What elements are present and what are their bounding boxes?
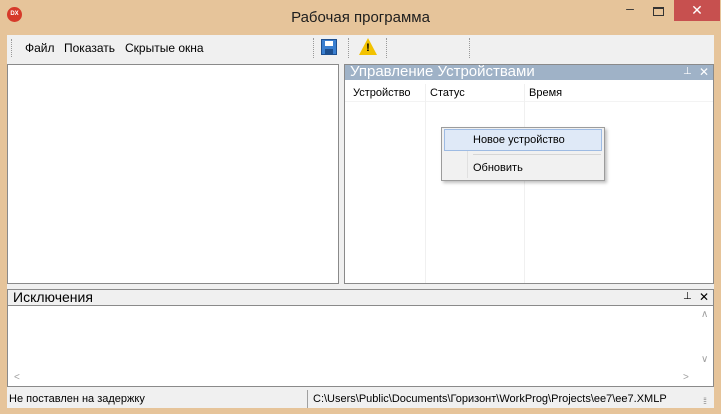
pin-icon[interactable]: ⊥ — [683, 66, 692, 77]
exceptions-title: Исключения — [13, 289, 93, 305]
toolbar-separator — [386, 38, 387, 58]
resize-grip-icon[interactable]: ⁞⁞ — [703, 396, 707, 406]
context-menu-refresh[interactable]: Обновить — [444, 157, 602, 179]
menu-hidden-windows[interactable]: Скрытые окна — [125, 40, 204, 56]
context-menu-new-device[interactable]: Новое устройство — [444, 129, 602, 151]
minimize-button[interactable]: ‒ — [616, 0, 644, 21]
save-icon[interactable] — [321, 39, 337, 55]
scroll-left-icon[interactable]: < — [14, 372, 20, 383]
maximize-icon — [653, 7, 664, 16]
left-panel[interactable] — [7, 64, 339, 284]
device-panel-title: Управление Устройствами — [350, 63, 535, 80]
toolbar-grip-2[interactable] — [348, 38, 349, 58]
column-header-time[interactable]: Время — [529, 86, 562, 100]
context-menu-separator — [473, 154, 601, 155]
column-header-rule — [345, 101, 713, 102]
menu-file[interactable]: Файл — [25, 40, 55, 56]
horizontal-scrollbar[interactable] — [8, 370, 713, 386]
maximize-button[interactable] — [646, 0, 672, 21]
status-path: C:\Users\Public\Documents\Горизонт\WorkP… — [313, 393, 667, 405]
column-header-device[interactable]: Устройство — [353, 86, 411, 100]
scroll-up-icon[interactable]: ∧ — [701, 309, 708, 320]
toolbar-grip-3[interactable] — [469, 38, 470, 58]
column-header-status[interactable]: Статус — [430, 86, 465, 100]
column-divider — [425, 84, 426, 283]
exceptions-header — [7, 289, 714, 305]
status-separator — [307, 390, 308, 408]
device-panel-close-icon[interactable]: ✕ — [699, 65, 709, 79]
scroll-right-icon[interactable]: > — [683, 372, 689, 383]
warning-mark: ! — [366, 42, 370, 54]
column-divider — [524, 84, 525, 283]
toolbar-grip[interactable] — [313, 38, 314, 58]
window-title: Рабочая программа — [291, 9, 430, 26]
exceptions-close-icon[interactable]: ✕ — [699, 290, 709, 304]
scroll-down-icon[interactable]: ∨ — [701, 354, 708, 365]
status-text: Не поставлен на задержку — [9, 393, 145, 405]
menu-grip[interactable] — [11, 39, 12, 57]
close-button[interactable]: ✕ — [674, 0, 720, 21]
exceptions-pin-icon[interactable]: ⊥ — [683, 291, 692, 302]
menu-show[interactable]: Показать — [64, 40, 115, 56]
